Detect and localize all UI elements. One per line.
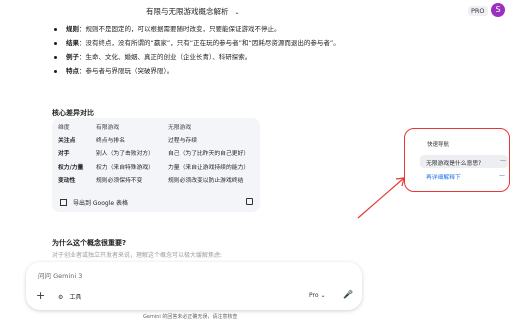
copy-icon[interactable] — [246, 198, 253, 205]
table-header-row: 维度 有限游戏 无限游戏 — [58, 122, 258, 134]
conversation-title-text: 有限与无限游戏概念解析 — [146, 7, 229, 16]
table-header-cell: 维度 — [58, 125, 70, 131]
annotation-arrow — [357, 177, 405, 219]
prompt-composer: 问问 Gemini 3 + ⚙ 工具 Pro ⌄ 🎤 — [26, 262, 362, 310]
table-cell: 过程与存续 — [168, 138, 197, 144]
comparison-table: 维度 有限游戏 无限游戏 关注点 终点与排名 过程与存续 对手 别人（为了击败对… — [52, 118, 260, 212]
model-label: Pro — [309, 292, 319, 299]
plan-badge: PRO — [468, 6, 488, 16]
chevron-down-icon: ⌄ — [234, 9, 240, 16]
export-to-sheets-button[interactable]: 导出到 Google 表格 — [60, 198, 128, 207]
bullet-label: 结果 — [66, 39, 79, 47]
quick-nav-panel: 快速导航 无限游戏是什么意思? — 再详细解释下 — — [404, 128, 510, 192]
disclaimer-text: Gemini 的回答未必正确无误，请注意核查 — [143, 314, 238, 320]
bullet-label: 规则 — [66, 25, 79, 33]
table-cell: 别人（为了击败对方） — [96, 151, 154, 157]
table-cell: 规则必须改变以防止游戏终结 — [168, 178, 244, 184]
quick-nav-item-marker: — — [500, 157, 506, 164]
table-cell: 关注点 — [58, 138, 76, 144]
table-header-cell: 无限游戏 — [168, 125, 192, 131]
table-cell: 力量（来自让游戏持续的能力） — [168, 165, 250, 171]
section-heading: 核心差异对比 — [52, 109, 94, 117]
quick-nav-item-label[interactable]: 再详细解释下 — [426, 172, 461, 181]
chevron-down-icon: ⌄ — [320, 292, 326, 299]
table-row: 对手 别人（为了击败对方） 自己（为了比昨天的自己更好） — [58, 148, 258, 160]
table-row: 变动性 规则必须保持不变 规则必须改变以防止游戏终结 — [58, 175, 258, 187]
table-cell: 终点与排名 — [96, 138, 125, 144]
bullet-label: 特点 — [66, 67, 79, 75]
export-label: 导出到 Google 表格 — [73, 200, 128, 207]
table-row: 权力/力量 权力（来自特殊游戏） 力量（来自让游戏持续的能力） — [58, 162, 258, 174]
microphone-icon[interactable]: 🎤 — [343, 290, 353, 299]
prompt-input[interactable]: 问问 Gemini 3 — [38, 270, 82, 280]
avatar[interactable]: S — [491, 3, 505, 17]
quick-nav-item-marker: — — [499, 172, 505, 179]
list-item: 结果：没有终点，没有所谓的“赢家”，只有“正在玩的参与者”和“因耗尽资源而退出的… — [52, 38, 412, 48]
table-cell: 变动性 — [58, 178, 76, 184]
response-content: 规则：规则不是固定的，可以根据需要随时改变，只要能保证游戏不停止。 结果：没有终… — [52, 24, 412, 80]
list-item: 规则：规则不是固定的，可以根据需要随时改变，只要能保证游戏不停止。 — [52, 24, 412, 34]
bullet-text: ：没有终点，没有所谓的“赢家”，只有“正在玩的参与者”和“因耗尽资源而退出的参与… — [79, 39, 340, 47]
table-cell: 权力/力量 — [58, 165, 84, 171]
table-cell: 对手 — [58, 151, 70, 157]
tools-icon: ⚙ — [58, 294, 64, 301]
table-cell: 规则必须保持不变 — [96, 178, 143, 184]
section-text: 对于创业者或独立开发者来说，理解这个概念可以极大缓解焦虑: — [52, 252, 223, 259]
table-icon — [60, 199, 67, 206]
bullet-text: ：参与者与界限玩（突破界限）。 — [79, 67, 174, 75]
bullet-label: 例子 — [66, 53, 79, 61]
bullet-text: ：规则不是固定的，可以根据需要随时改变，只要能保证游戏不停止。 — [79, 25, 281, 33]
top-bar: 有限与无限游戏概念解析 ⌄ PRO S — [0, 0, 512, 22]
tools-label: 工具 — [69, 294, 82, 301]
table-row: 关注点 终点与排名 过程与存续 — [58, 135, 258, 147]
list-item: 特点：参与者与界限玩（突破界限）。 — [52, 66, 412, 76]
list-item: 例子：生命、文化、婚姻、真正的创业（企业长青）、科研探索。 — [52, 52, 412, 62]
quick-nav-item[interactable]: 无限游戏是什么意思? — — [420, 155, 508, 168]
table-cell: 权力（来自特殊游戏） — [96, 165, 154, 171]
section-heading: 为什么这个概念很重要? — [52, 239, 127, 247]
tools-button[interactable]: ⚙ 工具 — [58, 292, 81, 301]
quick-nav-title: 快速导航 — [427, 142, 450, 148]
table-header-cell: 有限游戏 — [96, 125, 120, 131]
model-selector[interactable]: Pro ⌄ — [309, 292, 325, 299]
plus-icon[interactable]: + — [36, 289, 45, 302]
arrow-line — [357, 177, 405, 219]
quick-nav-item-label: 无限游戏是什么意思? — [426, 161, 482, 167]
bullet-text: ：生命、文化、婚姻、真正的创业（企业长青）、科研探索。 — [79, 53, 252, 61]
conversation-title[interactable]: 有限与无限游戏概念解析 ⌄ — [146, 6, 240, 17]
table-cell: 自己（为了比昨天的自己更好） — [168, 151, 250, 157]
